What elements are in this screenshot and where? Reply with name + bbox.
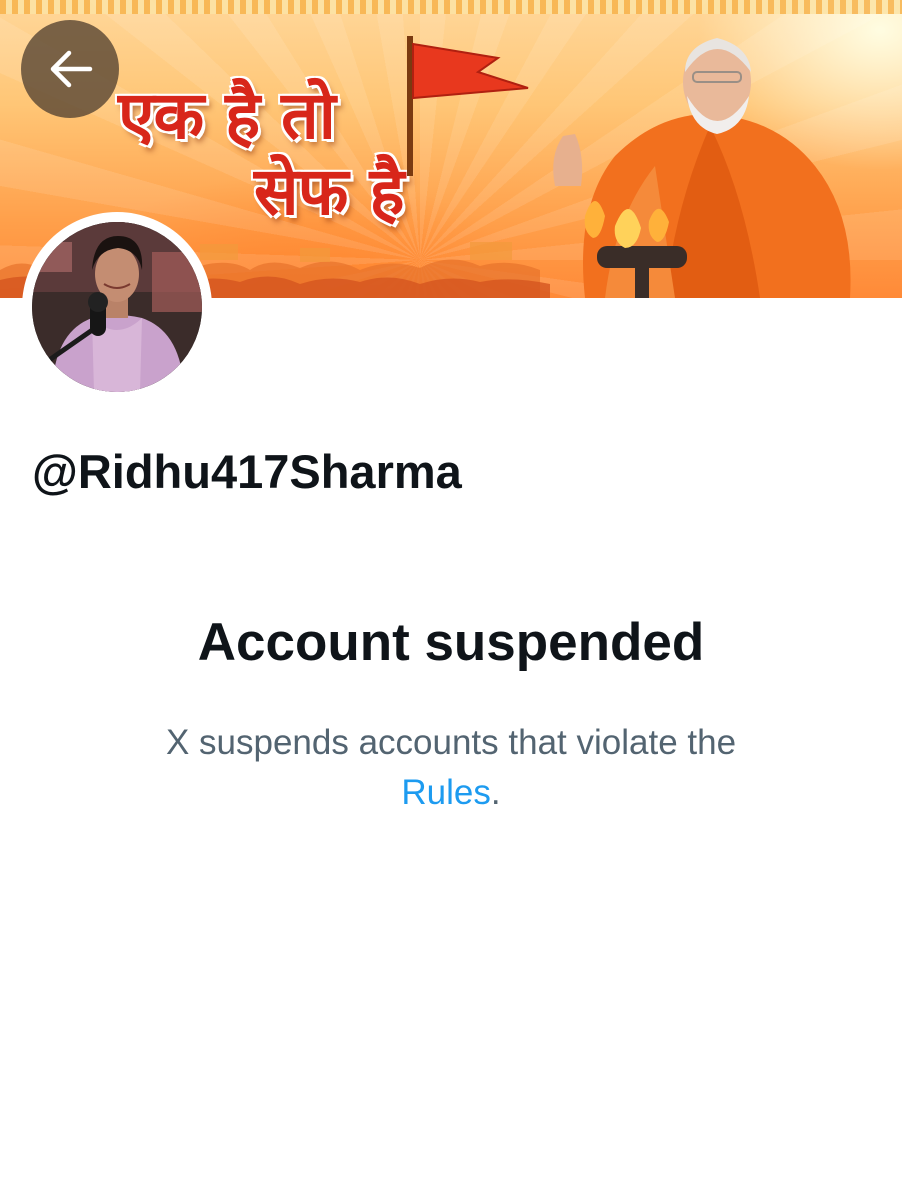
back-button[interactable] bbox=[21, 20, 119, 118]
profile-handle: @Ridhu417Sharma bbox=[32, 445, 462, 498]
avatar-image bbox=[32, 222, 202, 392]
arrow-left-icon bbox=[50, 50, 93, 88]
banner-slogan: एक है तो सेफ है bbox=[118, 78, 418, 230]
suspended-description-text: X suspends accounts that violate the bbox=[165, 723, 737, 762]
rules-link[interactable]: Rules bbox=[401, 773, 490, 812]
banner-slogan-line2: सेफ है bbox=[254, 153, 405, 230]
suspended-title: Account suspended bbox=[197, 613, 705, 672]
suspended-description-period: . bbox=[490, 773, 501, 812]
avatar[interactable] bbox=[22, 212, 212, 402]
banner-figure bbox=[553, 38, 851, 298]
profile-page: एक है तो सेफ है @Ridhu417Sharma Account … bbox=[0, 0, 902, 1200]
saffron-flag-icon bbox=[407, 36, 529, 176]
suspended-description: X suspends accounts that violate the Rul… bbox=[100, 718, 802, 818]
banner-border bbox=[0, 0, 902, 14]
banner-slogan-line1: एक है तो bbox=[118, 77, 336, 154]
